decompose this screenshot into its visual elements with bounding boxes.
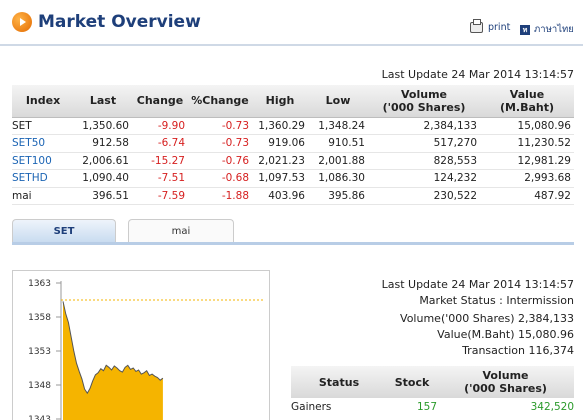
high-value: 1,097.53: [252, 169, 308, 188]
high-value: 403.96: [252, 187, 308, 205]
value-value: 15,080.96: [480, 117, 574, 135]
pct-change-value: -0.73: [188, 117, 252, 135]
language-icon: ท: [520, 24, 530, 35]
col-stock: Stock: [387, 366, 437, 398]
col-pct-change: %Change: [188, 85, 252, 118]
status-volume: 342,520: [530, 400, 574, 413]
index-table: Index Last Change %Change High Low Volum…: [12, 85, 574, 205]
pct-change-value: -0.73: [188, 134, 252, 153]
index-chart-svg: 1363 1358 1353 1348 1343: [28, 279, 263, 420]
change-value: -9.90: [132, 117, 188, 135]
value-value: 12,981.29: [480, 152, 574, 170]
pct-change-value: -0.68: [188, 169, 252, 188]
col-low: Low: [308, 85, 368, 118]
col-volume: Volume ('000 Shares): [368, 85, 480, 118]
change-value: -15.27: [132, 152, 188, 170]
status-name: Gainers: [291, 400, 332, 413]
index-name: SET: [12, 117, 74, 135]
index-row: SET50 912.58 -6.74 -0.73 919.06 910.51 517,270…: [12, 134, 574, 153]
print-link[interactable]: print: [470, 19, 511, 33]
chart-y-tick-label: 1343: [28, 415, 51, 420]
last-value: 2,006.61: [74, 152, 132, 170]
value-value: 11,230.52: [480, 134, 574, 153]
low-value: 1,348.24: [308, 117, 368, 135]
volume-value: 828,553: [368, 152, 480, 170]
col-status-volume: Volume ('000 Shares): [437, 366, 574, 398]
low-value: 1,086.30: [308, 169, 368, 188]
market-transaction: Transaction 116,374: [462, 344, 574, 357]
index-last-update: Last Update 24 Mar 2014 13:14:57: [381, 68, 574, 81]
index-chart: 1363 1358 1353 1348 1343: [12, 270, 270, 420]
index-row: SET100 2,006.61 -15.27 -0.76 2,021.23 2,001.8…: [12, 152, 574, 170]
status-table: Status Stock Volume ('000 Shares) Gainer…: [291, 366, 574, 415]
chart-y-tick-label: 1353: [28, 347, 51, 357]
low-value: 910.51: [308, 134, 368, 153]
change-value: -6.74: [132, 134, 188, 153]
low-value: 395.86: [308, 187, 368, 205]
chart-area: [63, 301, 163, 420]
last-value: 912.58: [74, 134, 132, 153]
value-value: 487.92: [480, 187, 574, 205]
col-high: High: [252, 85, 308, 118]
high-value: 2,021.23: [252, 152, 308, 170]
col-value: Value (M.Baht): [480, 85, 574, 118]
index-row: SETHD 1,090.40 -7.51 -0.68 1,097.53 1,086.30 1…: [12, 169, 574, 188]
status-stock: 157: [416, 400, 437, 413]
high-value: 1,360.29: [252, 117, 308, 135]
status-table-header: Status Stock Volume ('000 Shares): [291, 366, 574, 398]
col-status: Status: [291, 366, 387, 398]
thai-language-link[interactable]: ท ภาษาไทย: [520, 22, 574, 37]
volume-value: 517,270: [368, 134, 480, 153]
header-divider: [0, 44, 583, 46]
market-value: Value(M.Baht) 15,080.96: [437, 328, 574, 341]
status-row-gainers: Gainers 157 342,520: [291, 398, 574, 415]
low-value: 2,001.88: [308, 152, 368, 170]
market-status: Market Status : Intermission: [419, 294, 574, 307]
volume-value: 230,522: [368, 187, 480, 205]
index-row: SET 1,350.60 -9.90 -0.73 1,360.29 1,348.24 2,3…: [12, 117, 574, 135]
chart-y-tick-label: 1363: [28, 279, 51, 289]
value-value: 2,993.68: [480, 169, 574, 188]
index-row: mai 396.51 -7.59 -1.88 403.96 395.86 230,522 48…: [12, 187, 574, 205]
tab-mai[interactable]: mai: [128, 219, 234, 242]
print-label: print: [488, 22, 511, 33]
change-value: -7.51: [132, 169, 188, 188]
high-value: 919.06: [252, 134, 308, 153]
chart-y-tick-label: 1358: [28, 313, 51, 323]
col-change: Change: [132, 85, 188, 118]
market-last-update: Last Update 24 Mar 2014 13:14:57: [381, 278, 574, 291]
change-value: -7.59: [132, 187, 188, 205]
tab-set[interactable]: SET: [12, 219, 116, 242]
chart-y-tick-label: 1348: [28, 381, 51, 391]
thai-label: ภาษาไทย: [534, 24, 574, 35]
col-last: Last: [74, 85, 132, 118]
page-title: Market Overview: [38, 12, 201, 32]
market-volume: Volume('000 Shares) 2,384,133: [400, 312, 574, 325]
volume-value: 2,384,133: [368, 117, 480, 135]
last-value: 1,350.60: [74, 117, 132, 135]
index-name[interactable]: SET50: [12, 134, 74, 153]
col-index: Index: [12, 85, 74, 118]
pct-change-value: -1.88: [188, 187, 252, 205]
last-value: 396.51: [74, 187, 132, 205]
printer-icon: [470, 19, 483, 33]
tab-bar: [12, 242, 574, 245]
pct-change-value: -0.76: [188, 152, 252, 170]
index-name[interactable]: SETHD: [12, 169, 74, 188]
index-table-header: Index Last Change %Change High Low Volum…: [12, 85, 574, 118]
last-value: 1,090.40: [74, 169, 132, 188]
market-overview-icon: [12, 12, 32, 32]
index-name: mai: [12, 187, 74, 205]
volume-value: 124,232: [368, 169, 480, 188]
index-name[interactable]: SET100: [12, 152, 74, 170]
